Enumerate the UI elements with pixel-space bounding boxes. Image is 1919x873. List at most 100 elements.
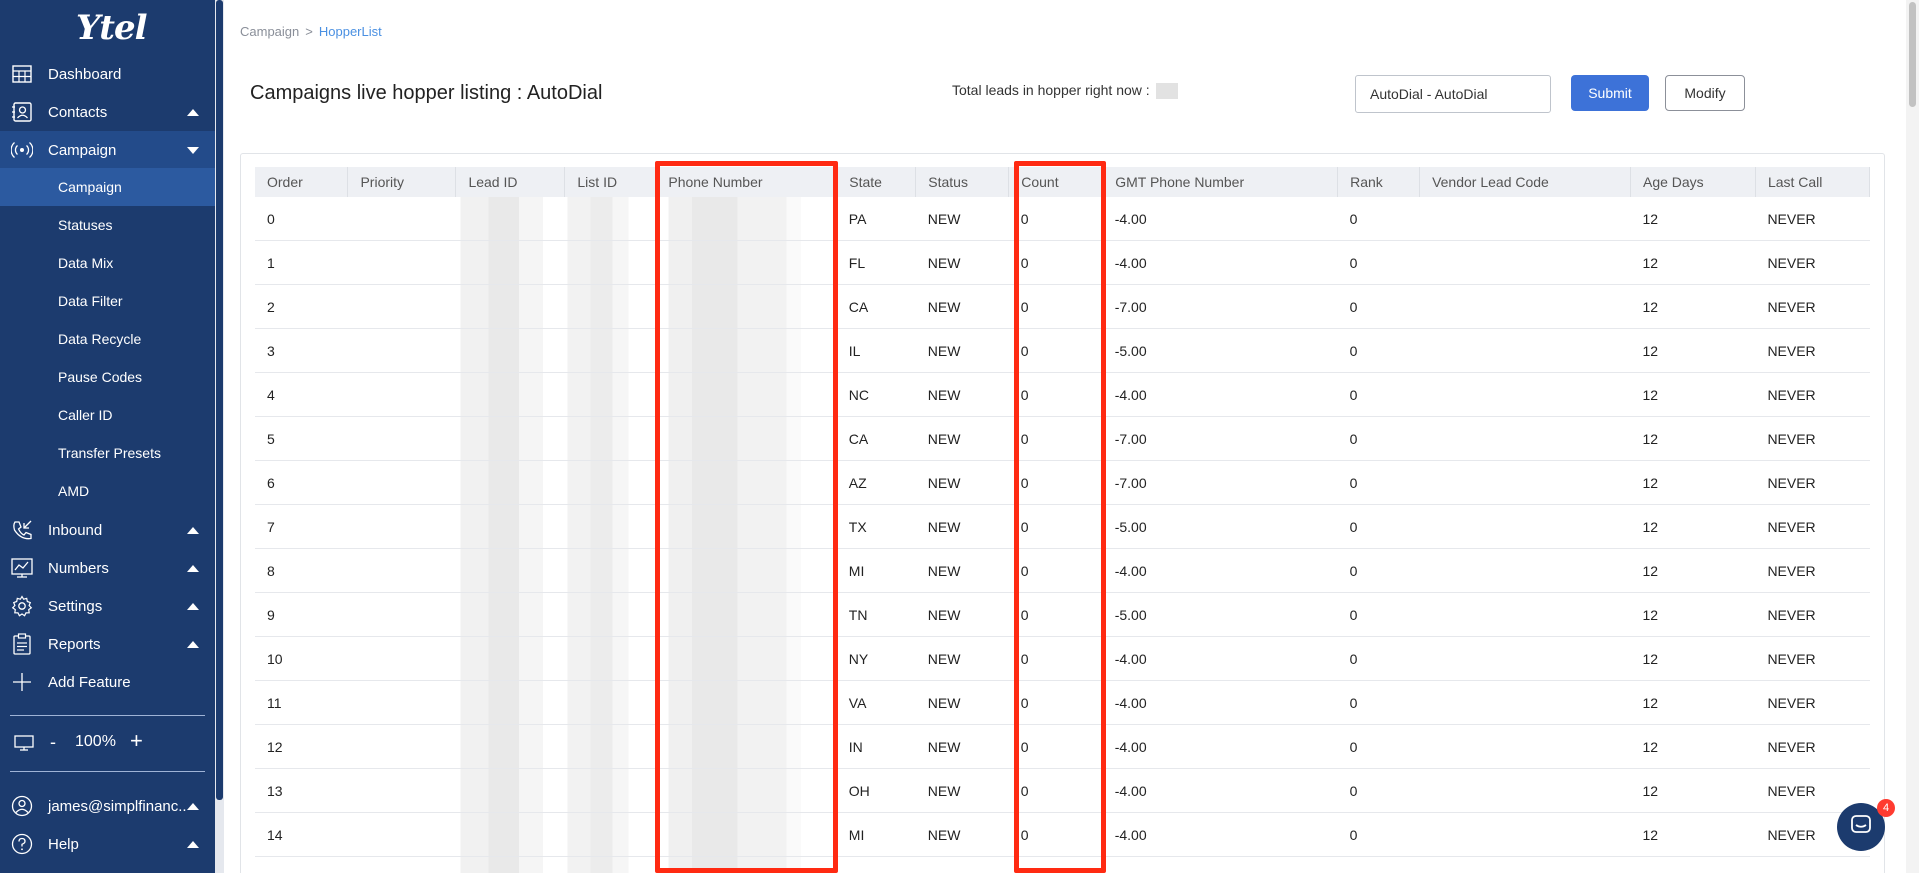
- chevron-up-icon[interactable]: [187, 108, 199, 116]
- chat-icon: [1849, 813, 1873, 842]
- cell-last-call: NEVER: [1755, 416, 1870, 461]
- zoom-in-button[interactable]: +: [130, 728, 143, 754]
- sidebar-scrollbar[interactable]: [215, 0, 224, 873]
- cell-state: TX: [836, 504, 916, 549]
- page-scrollbar-thumb[interactable]: [1909, 2, 1916, 107]
- col-age-days[interactable]: Age Days: [1630, 167, 1756, 197]
- chevron-up-icon[interactable]: [187, 840, 199, 848]
- redacted-value: [564, 813, 656, 856]
- cell-age-days: 12: [1630, 197, 1756, 241]
- cell-list-id: [564, 240, 656, 285]
- cell-order: 15: [255, 856, 348, 873]
- sidebar-item-contacts[interactable]: Contacts: [0, 93, 215, 131]
- redacted-value: [564, 505, 656, 548]
- col-priority[interactable]: Priority: [347, 167, 457, 197]
- cell-order: 5: [255, 416, 348, 461]
- cell-status: NEW: [915, 372, 1009, 417]
- cell-rank: 0: [1337, 812, 1420, 857]
- chevron-down-icon[interactable]: [187, 146, 199, 154]
- chevron-up-icon[interactable]: [187, 802, 199, 810]
- cell-order: 1: [255, 240, 348, 285]
- chevron-up-icon[interactable]: [187, 602, 199, 610]
- cell-lead-id: [455, 197, 565, 241]
- sidebar-item-label: Help: [48, 835, 79, 853]
- cell-list-id: [564, 680, 656, 725]
- cell-state: TN: [836, 592, 916, 637]
- col-status[interactable]: Status: [915, 167, 1010, 197]
- cell-lead-id: [455, 504, 565, 549]
- cell-order: 14: [255, 812, 348, 857]
- redacted-value: [564, 549, 656, 592]
- modify-button[interactable]: Modify: [1665, 75, 1745, 111]
- contacts-icon: [10, 100, 34, 124]
- breadcrumb-current[interactable]: HopperList: [319, 24, 382, 39]
- cell-vendor-lead-code: [1419, 460, 1631, 505]
- cell-state: FL: [836, 240, 916, 285]
- col-gmt-phone-number[interactable]: GMT Phone Number: [1102, 167, 1339, 197]
- cell-gmt-phone-number: -4.00: [1102, 812, 1338, 857]
- cell-vendor-lead-code: [1419, 416, 1631, 461]
- cell-vendor-lead-code: [1419, 768, 1631, 813]
- zoom-out-button[interactable]: -: [50, 732, 56, 753]
- sidebar-subitem-label: Campaign: [58, 179, 122, 195]
- redacted-value: [455, 813, 565, 856]
- cell-state: VA: [836, 680, 916, 725]
- col-list-id[interactable]: List ID: [564, 167, 657, 197]
- sidebar-item-user[interactable]: james@simplfinanc..: [0, 787, 215, 825]
- sidebar-subitem-caller-id[interactable]: Caller ID: [0, 396, 215, 434]
- cell-status: NEW: [915, 328, 1009, 373]
- redacted-value: [564, 637, 656, 680]
- cell-vendor-lead-code: [1419, 856, 1631, 873]
- cell-last-call: NEVER: [1755, 724, 1870, 769]
- redacted-value: [455, 637, 565, 680]
- sidebar-item-numbers[interactable]: Numbers: [0, 549, 215, 587]
- cell-order: 9: [255, 592, 348, 637]
- sidebar-item-inbound[interactable]: Inbound: [0, 511, 215, 549]
- col-lead-id[interactable]: Lead ID: [455, 167, 566, 197]
- col-last-call[interactable]: Last Call: [1755, 167, 1871, 197]
- chevron-up-icon[interactable]: [187, 526, 199, 534]
- cell-list-id: [564, 328, 656, 373]
- cell-state: OH: [836, 768, 916, 813]
- cell-gmt-phone-number: -5.00: [1102, 504, 1338, 549]
- sidebar-item-help[interactable]: Help: [0, 825, 215, 863]
- sidebar-subitem-data-recycle[interactable]: Data Recycle: [0, 320, 215, 358]
- sidebar-item-campaign[interactable]: Campaign: [0, 131, 215, 169]
- sidebar-subitem-campaign[interactable]: Campaign: [0, 168, 215, 206]
- total-leads: Total leads in hopper right now :: [952, 82, 1178, 100]
- sidebar-subitem-amd[interactable]: AMD: [0, 472, 215, 510]
- campaign-select[interactable]: [1355, 75, 1551, 113]
- sidebar-subitem-transfer-presets[interactable]: Transfer Presets: [0, 434, 215, 472]
- cell-vendor-lead-code: [1419, 504, 1631, 549]
- sidebar-item-add-feature[interactable]: Add Feature: [0, 663, 215, 701]
- col-rank[interactable]: Rank: [1337, 167, 1421, 197]
- sidebar-item-reports[interactable]: Reports: [0, 625, 215, 663]
- breadcrumb-parent[interactable]: Campaign: [240, 24, 299, 39]
- ytel-logo[interactable]: Ytel: [76, 8, 148, 48]
- sidebar-item-label: Reports: [48, 635, 101, 653]
- sidebar-scrollbar-thumb[interactable]: [216, 0, 223, 800]
- sidebar-item-settings[interactable]: Settings: [0, 587, 215, 625]
- col-state[interactable]: State: [836, 167, 917, 197]
- cell-state: IL: [836, 328, 916, 373]
- cell-list-id: [564, 592, 656, 637]
- col-vendor-lead-code[interactable]: Vendor Lead Code: [1419, 167, 1631, 197]
- chevron-up-icon[interactable]: [187, 564, 199, 572]
- chevron-up-icon[interactable]: [187, 640, 199, 648]
- submit-button[interactable]: Submit: [1571, 75, 1649, 111]
- redacted-value: [564, 593, 656, 636]
- cell-priority: [347, 548, 456, 593]
- cell-state: AZ: [836, 460, 916, 505]
- sidebar-subitem-statuses[interactable]: Statuses: [0, 206, 215, 244]
- sidebar-subitem-pause-codes[interactable]: Pause Codes: [0, 358, 215, 396]
- cell-rank: 0: [1337, 636, 1420, 681]
- sidebar-item-dashboard[interactable]: Dashboard: [0, 55, 215, 93]
- sidebar-subitem-data-filter[interactable]: Data Filter: [0, 282, 215, 320]
- cell-status: NEW: [915, 768, 1009, 813]
- col-order[interactable]: Order: [255, 167, 349, 197]
- cell-list-id: [564, 724, 656, 769]
- cell-state: NV: [836, 856, 916, 873]
- sidebar-subitem-data-mix[interactable]: Data Mix: [0, 244, 215, 282]
- redacted-value: [455, 285, 565, 328]
- page-scrollbar[interactable]: [1906, 0, 1919, 873]
